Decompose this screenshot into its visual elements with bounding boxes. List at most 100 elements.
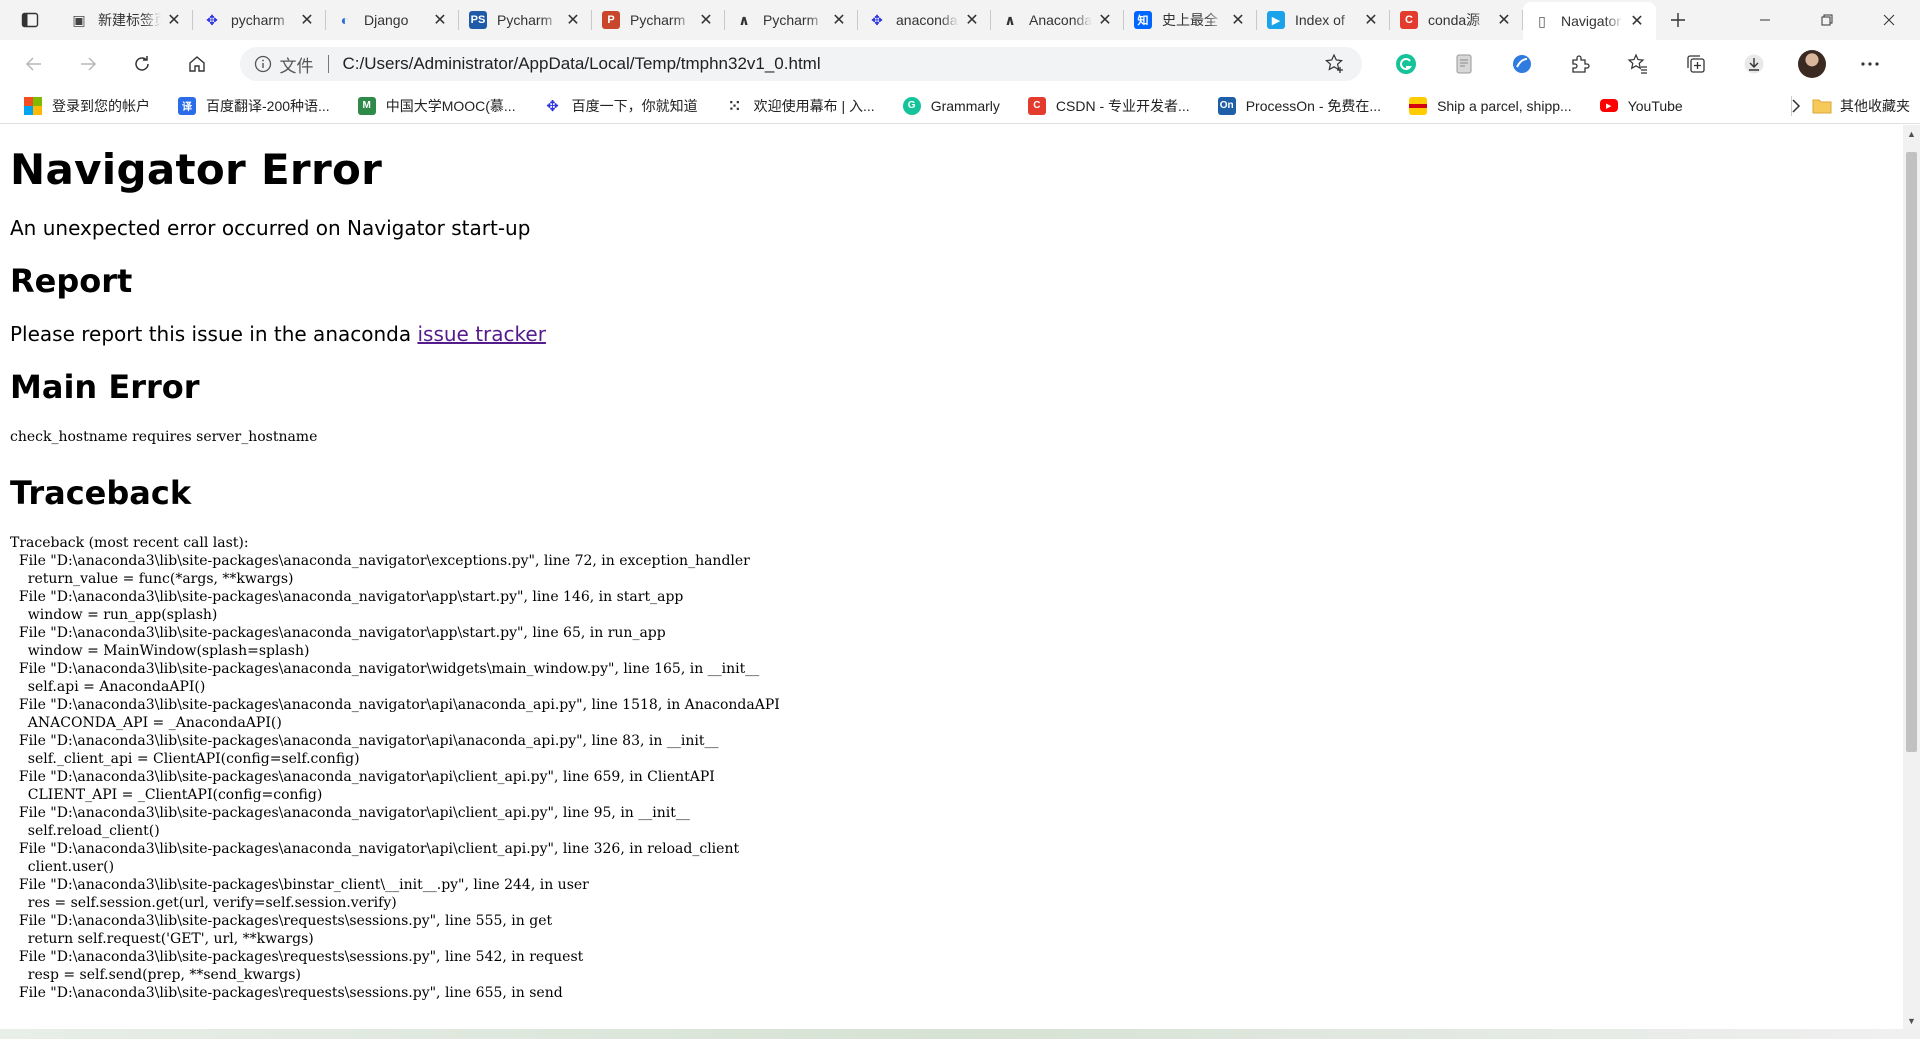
browser-tab[interactable]: 知史上最全 ✕	[1124, 0, 1257, 40]
processon-icon: On	[1217, 96, 1236, 115]
document-icon: ▯	[1538, 12, 1546, 29]
tab-title: anaconda	[896, 12, 958, 28]
bookmark-item[interactable]: On ProcessOn - 免费在...	[1210, 92, 1389, 120]
ps-logo-icon: PS	[469, 11, 487, 29]
window-controls	[1734, 0, 1920, 40]
dhl-icon	[1409, 96, 1428, 115]
bookmark-item[interactable]: G Grammarly	[895, 92, 1008, 120]
refresh-button[interactable]	[123, 46, 162, 82]
forward-button[interactable]	[68, 46, 107, 82]
plus-icon	[1671, 13, 1685, 27]
new-tab-button[interactable]	[1656, 0, 1700, 40]
traceback-line: Traceback (most recent call last):	[10, 535, 249, 551]
jetbrains-icon: P	[602, 11, 620, 29]
tab-title: conda源	[1428, 12, 1481, 28]
browser-tab[interactable]: ▣ 新建标签页 ✕	[60, 0, 193, 40]
tab-close-icon[interactable]: ✕	[963, 11, 981, 29]
bookmark-item[interactable]: ✥ 百度一下，你就知道	[536, 92, 706, 120]
settings-menu-button[interactable]	[1848, 46, 1892, 82]
bookmark-item[interactable]: 译百度翻译-200种语...	[170, 92, 338, 120]
tab-list: ▣ 新建标签页 ✕ ✥ pycharm ✕ ◐ Django ✕ PS Pycharm ✕ P Pycha…	[60, 0, 1656, 40]
bookmark-item[interactable]: C CSDN - 专业开发者...	[1020, 92, 1198, 120]
traceback-line: File "D:\anaconda3\lib\site-packages\ana…	[10, 769, 715, 785]
browser-tab[interactable]: ∧ Anaconda ✕	[991, 0, 1124, 40]
arrow-right-icon	[81, 57, 97, 71]
browser-tab[interactable]: ✥ anaconda ✕	[858, 0, 991, 40]
traceback-line: self.reload_client()	[10, 823, 160, 839]
extensions-button[interactable]	[1558, 46, 1602, 82]
tab-close-icon[interactable]: ✕	[564, 11, 582, 29]
traceback-line: return self.request('GET', url, **kwargs…	[10, 931, 314, 947]
tab-title: 新建标签页	[98, 12, 161, 28]
scroll-down-arrow[interactable]: ▼	[1903, 1012, 1920, 1029]
traceback-line: res = self.session.get(url, verify=self.…	[10, 895, 397, 911]
bookmark-item[interactable]: ⁙ 欢迎使用幕布 | 入...	[718, 92, 883, 120]
mooc-icon: M	[357, 96, 376, 115]
favorites-button[interactable]	[1616, 46, 1660, 82]
profile-button[interactable]	[1790, 46, 1834, 82]
browser-tab[interactable]: ▶ Index of ✕	[1257, 0, 1390, 40]
close-window-button[interactable]	[1858, 0, 1920, 40]
browser-tab[interactable]: ▯ Navigator ✕	[1523, 2, 1656, 40]
downloads-button[interactable]	[1732, 46, 1776, 82]
tab-close-icon[interactable]: ✕	[431, 11, 449, 29]
browser-tab[interactable]: ◐ Django ✕	[326, 0, 459, 40]
grammarly-extension-button[interactable]	[1384, 46, 1428, 82]
vertical-scrollbar[interactable]: ▲ ▼	[1903, 125, 1920, 1029]
browser-extension-button[interactable]	[1500, 46, 1544, 82]
bookmark-item[interactable]: M 中国大学MOOC(慕...	[350, 92, 524, 120]
tab-close-icon[interactable]: ✕	[165, 11, 183, 29]
chevron-right-icon	[1792, 99, 1801, 113]
issue-tracker-link[interactable]: issue tracker	[417, 322, 545, 346]
scroll-up-arrow[interactable]: ▲	[1903, 125, 1920, 142]
home-button[interactable]	[177, 46, 216, 82]
address-separator	[327, 55, 329, 73]
minimize-button[interactable]	[1734, 0, 1796, 40]
tab-close-icon[interactable]: ✕	[1229, 11, 1247, 29]
bookmark-label: ProcessOn - 免费在...	[1245, 97, 1382, 114]
page-title: Navigator Error	[10, 145, 383, 194]
page-viewport: Navigator Error An unexpected error occu…	[0, 125, 1903, 1029]
tab-actions-menu-button[interactable]	[14, 4, 46, 36]
browser-tab[interactable]: PS Pycharm ✕	[459, 0, 592, 40]
bookmark-item[interactable]: Ship a parcel, shipp...	[1401, 92, 1580, 120]
browser-tab[interactable]: ∧ Pycharm ✕	[725, 0, 858, 40]
tab-close-icon[interactable]: ✕	[1096, 11, 1114, 29]
bookmark-label: 欢迎使用幕布 | 入...	[753, 97, 875, 114]
baidu-paw-icon: ✥	[546, 97, 559, 115]
scrollbar-thumb[interactable]	[1906, 152, 1917, 752]
address-bar[interactable]: 文件 C:/Users/Administrator/AppData/Local/…	[239, 47, 1363, 81]
baidu-paw-icon: ✥	[871, 11, 883, 28]
restore-button[interactable]	[1796, 0, 1858, 40]
tab-close-icon[interactable]: ✕	[1495, 11, 1513, 29]
browser-tab[interactable]: Cconda源 ✕	[1390, 0, 1523, 40]
tab-close-icon[interactable]: ✕	[697, 11, 715, 29]
add-favorite-button[interactable]	[1322, 51, 1348, 77]
tab-close-icon[interactable]: ✕	[298, 11, 316, 29]
bookmarks-overflow-button[interactable]	[1782, 92, 1810, 120]
close-icon	[1883, 14, 1895, 26]
collections-button[interactable]	[1674, 46, 1718, 82]
baidu-translate-icon: 译	[178, 96, 196, 115]
reader-extension-button[interactable]	[1442, 46, 1486, 82]
tab-strip: ▣ 新建标签页 ✕ ✥ pycharm ✕ ◐ Django ✕ PS Pycharm ✕ P Pycha…	[0, 0, 1920, 40]
grammarly-icon	[1396, 54, 1417, 74]
youtube-icon: ▶	[1599, 99, 1618, 112]
traceback-line: window = MainWindow(splash=splash)	[10, 643, 310, 659]
bookmark-label: 中国大学MOOC(慕...	[385, 97, 516, 114]
tab-close-icon[interactable]: ✕	[1362, 11, 1380, 29]
bookmark-item[interactable]: ▶ YouTube	[1592, 92, 1691, 120]
tab-close-icon[interactable]: ✕	[1628, 12, 1646, 30]
url-text[interactable]: C:/Users/Administrator/AppData/Local/Tem…	[343, 54, 1323, 74]
other-favorites-folder[interactable]: 其他收藏夹	[1812, 92, 1910, 120]
site-info-button[interactable]: 文件	[254, 52, 314, 77]
new-tab-page-icon: ▣	[72, 11, 86, 28]
traceback-line: File "D:\anaconda3\lib\site-packages\bin…	[10, 877, 589, 893]
traceback-line: self._client_api = ClientAPI(config=self…	[10, 751, 360, 767]
tab-close-icon[interactable]: ✕	[830, 11, 848, 29]
browser-tab[interactable]: ✥ pycharm ✕	[193, 0, 326, 40]
bookmark-item[interactable]: 登录到您的帐户	[16, 92, 158, 120]
back-button[interactable]	[14, 46, 53, 82]
browser-toolbar: 文件 C:/Users/Administrator/AppData/Local/…	[0, 40, 1920, 88]
browser-tab[interactable]: P Pycharm ✕	[592, 0, 725, 40]
